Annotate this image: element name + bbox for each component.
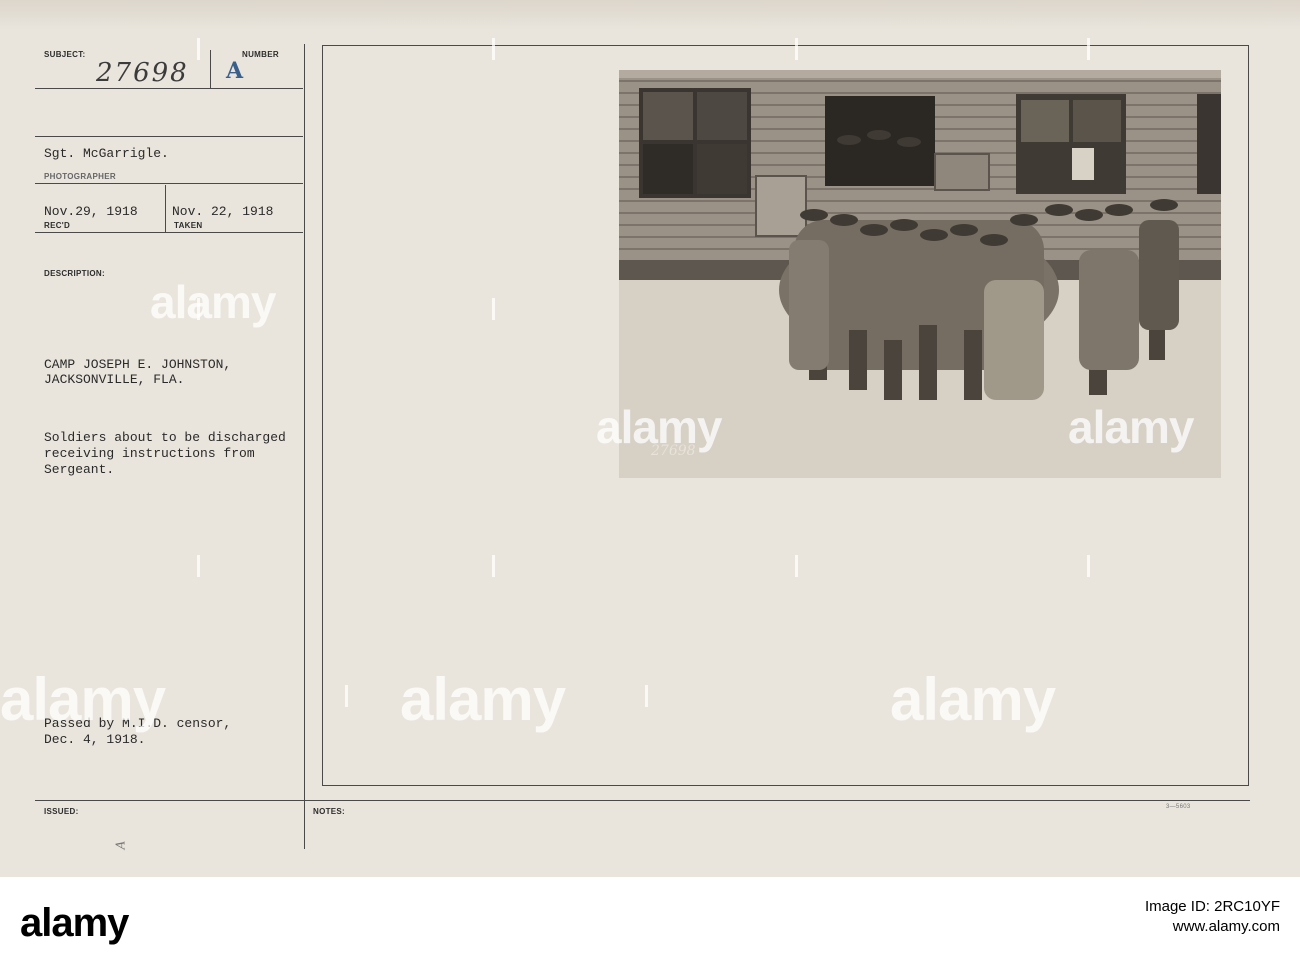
photo-frame-left: [322, 45, 323, 785]
caption-line-3: Sergeant.: [44, 462, 115, 477]
footer-image-id: Image ID: 2RC10YF: [1144, 898, 1280, 915]
watermark-mark: [795, 38, 808, 60]
received-label: REC'D: [44, 221, 71, 230]
left-column-divider: [304, 44, 305, 849]
description-label: DESCRIPTION:: [44, 269, 105, 278]
taken-label: TAKEN: [174, 221, 203, 230]
bulletin-board: [755, 175, 807, 237]
photo-frame-right: [1248, 45, 1249, 785]
dates-divider: [165, 185, 166, 232]
subject-number-divider: [210, 50, 211, 88]
location-line-2: JACKSONVILLE, FLA.: [44, 372, 185, 387]
photo-frame-bottom: [322, 785, 1249, 786]
watermark-mark: [197, 555, 210, 577]
bottom-rule: [35, 800, 1250, 801]
watermark-center-right: alamy: [890, 666, 1056, 733]
watermark-mark: [1087, 38, 1100, 60]
watermark-mark: [492, 38, 505, 60]
subject-label: SUBJECT:: [44, 50, 86, 59]
photographer-name: Sgt. McGarrigle.: [44, 146, 169, 161]
caption-line-1: Soldiers about to be discharged: [44, 430, 286, 445]
watermark-left-top: alamy: [150, 276, 276, 328]
location-line-1: CAMP JOSEPH E. JOHNSTON,: [44, 357, 232, 372]
notes-label: NOTES:: [313, 807, 346, 816]
censor-line-2: Dec. 4, 1918.: [44, 732, 146, 747]
issued-mark: A: [113, 840, 128, 850]
watermark-mark: [795, 555, 808, 577]
subject-number-handwritten: 27698: [96, 58, 189, 88]
photographer-top-rule: [35, 136, 303, 137]
photographer-rule: [35, 183, 303, 184]
form-code: 3—5603: [1166, 804, 1191, 810]
watermark-mark: [345, 685, 358, 707]
number-stamp: A: [226, 58, 244, 84]
watermark-photo-left: alamy: [596, 401, 722, 453]
subject-rule: [35, 88, 303, 89]
issued-label: ISSUED:: [44, 807, 79, 816]
footer-site-link[interactable]: www.alamy.com: [1145, 917, 1280, 937]
card-edge-shade: [0, 0, 1300, 30]
watermark-center: alamy: [400, 666, 566, 733]
number-label: NUMBER: [242, 50, 279, 59]
stock-footer: alamy Image ID: 2RC10YF www.alamy.com: [0, 877, 1300, 967]
dates-rule: [35, 232, 303, 233]
watermark-mark: [197, 298, 210, 320]
watermark-mark: [492, 555, 505, 577]
watermark-photo-right: alamy: [1068, 401, 1194, 453]
caption-line-2: receiving instructions from: [44, 446, 255, 461]
received-date: Nov.29, 1918: [44, 204, 138, 219]
photographer-label: PHOTOGRAPHER: [44, 172, 116, 181]
watermark-center-left: alamy: [0, 666, 166, 733]
watermark-mark: [492, 298, 505, 320]
archive-card: SUBJECT: 27698 NUMBER A Sgt. McGarrigle.…: [0, 0, 1300, 877]
watermark-mark: [197, 38, 210, 60]
watermark-mark: [645, 685, 658, 707]
footer-info: Image ID: 2RC10YF www.alamy.com: [1145, 897, 1280, 937]
footer-brand-logo: alamy: [20, 901, 129, 945]
taken-date: Nov. 22, 1918: [172, 204, 274, 219]
photo-frame-top: [322, 45, 1249, 46]
watermark-mark: [1087, 555, 1100, 577]
